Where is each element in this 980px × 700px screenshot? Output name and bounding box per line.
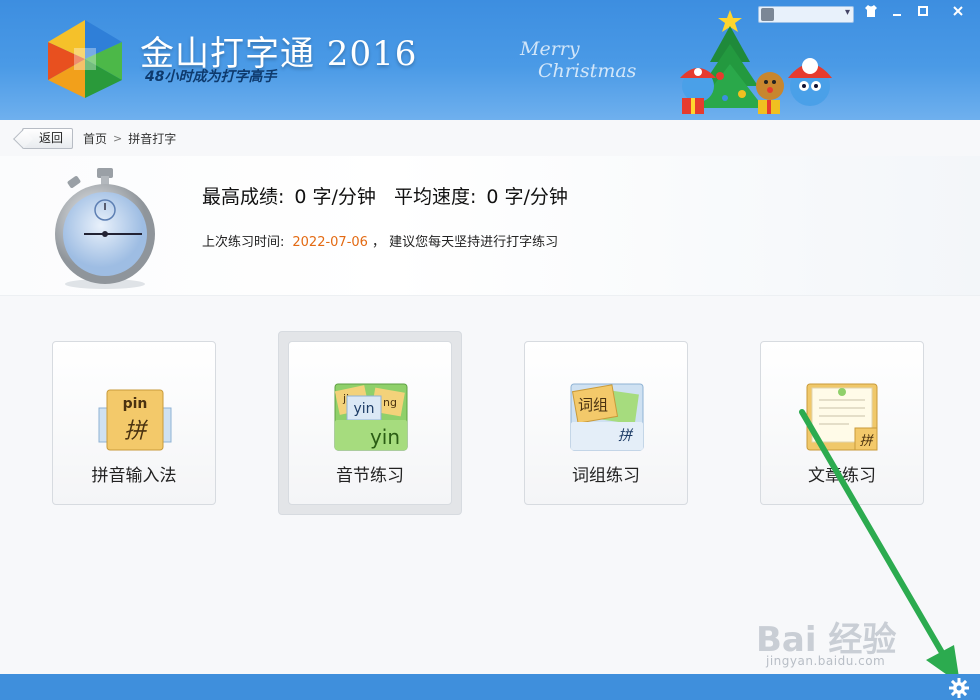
last-practice-date: 2022-07-06 [292,235,368,250]
status-bar [0,674,980,700]
breadcrumb-home-link[interactable]: 首页 [83,130,107,147]
chevron-down-icon: ▾ [844,7,850,18]
pinyin-char-text: 拼 [124,419,148,444]
average-speed-label: 平均速度: [393,186,477,208]
snow-decoration [0,100,980,120]
watermark-url: jingyan.baidu.com [766,654,886,668]
breadcrumb: 返回 首页 > 拼音打字 [14,127,176,149]
syllable-card-icon: jie ng yin yin [334,383,408,451]
card-phrase-practice[interactable]: 词组 拼 词组练习 [524,341,688,505]
phrase-card-icon: 词组 拼 [570,383,644,451]
christmas-line-2: Christmas [538,60,637,82]
best-score-label: 最高成绩: [202,186,285,208]
close-button[interactable] [944,4,972,24]
app-subtitle: 48小时成为打字高手 [145,69,277,85]
card-label: 文章练习 [808,466,876,486]
card-label: 拼音输入法 [91,466,177,486]
back-button[interactable]: 返回 [22,127,74,149]
maximize-icon [918,6,928,16]
skin-shirt-icon[interactable] [860,4,882,24]
average-speed-value: 0 字/分钟 [486,186,568,208]
article-char-text: 拼 [859,434,874,449]
breadcrumb-current: 拼音打字 [128,131,177,146]
user-avatar-icon [761,8,774,21]
card-syllable-practice[interactable]: jie ng yin yin 音节练习 [288,341,452,505]
minimize-icon [893,14,901,16]
stats-panel: 最高成绩: 0 字/分钟 平均速度: 0 字/分钟 上次练习时间: 2022-07-06… [0,156,980,296]
app-logo-icon [48,20,122,98]
card-pinyin-input[interactable]: pin 拼 拼音输入法 [52,341,216,505]
christmas-banner-text: Merry Christmas [520,38,636,82]
maximize-button[interactable] [912,4,934,24]
phrase-char-text: 拼 [618,428,634,444]
pinyin-card-icon: pin 拼 [98,389,172,451]
close-icon [953,6,963,16]
stopwatch-icon [55,168,155,289]
best-score-value: 0 字/分钟 [294,186,376,208]
title-bar: 金山打字通 2016 48小时成为打字高手 Merry Christmas ▾ [0,0,980,120]
syllable-yin-large: yin [370,425,400,449]
last-practice-label: 上次练习时间: [202,235,285,250]
settings-gear-icon[interactable] [948,677,970,699]
card-article-practice[interactable]: 拼 文章练习 [760,341,924,505]
pinyin-top-text: pin [123,396,148,412]
breadcrumb-separator: > [113,131,123,145]
card-label: 音节练习 [336,466,404,486]
syllable-ng-text: ng [383,396,397,409]
card-label: 词组练习 [572,466,640,486]
shirt-icon [865,5,877,17]
syllable-yin-small: yin [353,401,374,417]
phrase-word-text: 词组 [578,396,608,414]
last-practice-line: 上次练习时间: 2022-07-06， 建议您每天坚持进行打字练习 [202,231,558,250]
practice-suggestion: ， 建议您每天坚持进行打字练习 [371,235,559,250]
minimize-button[interactable] [886,4,908,24]
article-card-icon: 拼 [806,383,878,451]
user-account-dropdown[interactable]: ▾ [758,6,854,23]
christmas-line-1: Merry [520,38,580,60]
best-score-line: 最高成绩: 0 字/分钟 平均速度: 0 字/分钟 [202,182,586,209]
